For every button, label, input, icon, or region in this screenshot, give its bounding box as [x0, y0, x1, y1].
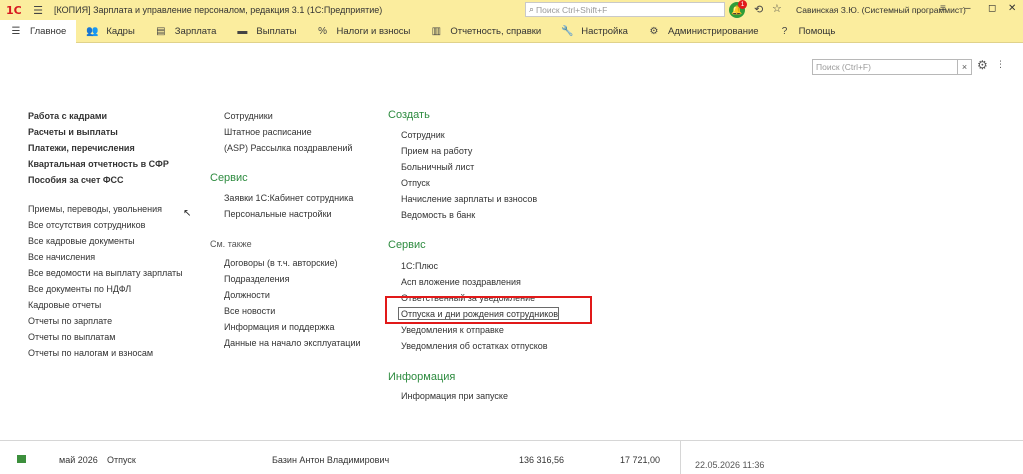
favorites-star-icon[interactable]: ☆ [772, 2, 782, 15]
background-document-list [0, 440, 1023, 474]
sections-panel: ☰ Главное 👥 Кадры ▤ Зарплата ▬ Выплаты % Нало… [0, 20, 1023, 43]
link-tax-reports[interactable]: Отчеты по налогам и взносам [28, 348, 153, 358]
heading-create: Создать [388, 109, 430, 121]
link-positions[interactable]: Должности [224, 290, 270, 300]
people-icon: 👥 [86, 26, 99, 37]
link-vacation-balance-notifications[interactable]: Уведомления об остатках отпусков [401, 341, 548, 351]
settings-menu-icon[interactable]: ≡ [940, 3, 946, 14]
wrench-icon: 🔧 [561, 26, 574, 37]
link-staff-schedule[interactable]: Штатное расписание [224, 127, 312, 137]
wallet-icon: ▬ [237, 26, 248, 37]
link-create-vacation[interactable]: Отпуск [401, 178, 430, 188]
section-salary[interactable]: ▤ Зарплата [145, 20, 227, 43]
section-reporting[interactable]: ▥ Отчетность, справки [420, 20, 551, 43]
section-taxes[interactable]: % Налоги и взносы [307, 20, 421, 43]
menu-lines-icon: ☰ [11, 26, 21, 37]
section-hr[interactable]: 👥 Кадры [76, 20, 144, 43]
app-title: [КОПИЯ] Зарплата и управление персоналом… [54, 5, 383, 15]
link-salary-reports[interactable]: Отчеты по зарплате [28, 316, 112, 326]
link-1c-plus[interactable]: 1С:Плюс [401, 261, 438, 271]
link-create-employee[interactable]: Сотрудник [401, 130, 445, 140]
link-all-news[interactable]: Все новости [224, 306, 275, 316]
row-amount-1[interactable]: 136 316,56 [519, 455, 564, 465]
link-create-hiring[interactable]: Прием на работу [401, 146, 472, 156]
document-icon: ▤ [156, 26, 166, 37]
row-month[interactable]: май 2026 [59, 455, 98, 465]
help-icon: ? [781, 26, 788, 37]
link-hr-reports[interactable]: Кадровые отчеты [28, 300, 101, 310]
link-all-ndfl-docs[interactable]: Все документы по НДФЛ [28, 284, 131, 294]
document-row-icon [17, 455, 26, 463]
clear-search-icon[interactable]: × [958, 59, 972, 75]
panel-settings-gear-icon[interactable]: ⚙ [977, 58, 988, 72]
link-all-accruals[interactable]: Все начисления [28, 252, 95, 262]
link-employee-cabinet-requests[interactable]: Заявки 1С:Кабинет сотрудника [224, 193, 353, 203]
link-calc-payments[interactable]: Расчеты и выплаты [28, 127, 118, 137]
close-icon[interactable]: ✕ [1008, 3, 1016, 14]
global-search-placeholder: Поиск Ctrl+Shift+F [536, 4, 608, 15]
link-all-absences[interactable]: Все отсутствия сотрудников [28, 220, 145, 230]
link-employees[interactable]: Сотрудники [224, 111, 273, 121]
link-hr-work[interactable]: Работа с кадрами [28, 111, 107, 121]
link-personal-settings[interactable]: Персональные настройки [224, 209, 332, 219]
link-all-payroll-statements[interactable]: Все ведомости на выплату зарплаты [28, 268, 183, 278]
section-payments[interactable]: ▬ Выплаты [226, 20, 306, 43]
link-payment-reports[interactable]: Отчеты по выплатам [28, 332, 115, 342]
global-search-input[interactable]: ⌕ Поиск Ctrl+Shift+F [525, 2, 725, 17]
link-create-sick-leave[interactable]: Больничный лист [401, 162, 474, 172]
link-payments-transfers[interactable]: Платежи, перечисления [28, 143, 135, 153]
search-icon: ⌕ [529, 4, 535, 14]
row-employee[interactable]: Базин Антон Владимирович [272, 455, 389, 465]
section-settings[interactable]: 🔧 Настройка [551, 20, 638, 43]
mouse-cursor-icon: ↖ [183, 208, 192, 219]
right-panel-date: 22.05.2026 11:36 [695, 460, 765, 470]
link-greetings-mailing[interactable]: (ASP) Рассылка поздравлений [224, 143, 352, 153]
link-create-payroll[interactable]: Начисление зарплаты и взносов [401, 194, 537, 204]
link-initial-data[interactable]: Данные на начало эксплуатации [224, 338, 361, 348]
link-asp-greeting-attachment[interactable]: Асп вложение поздравления [401, 277, 521, 287]
link-all-hr-docs[interactable]: Все кадровые документы [28, 236, 135, 246]
minimize-icon[interactable]: – [965, 3, 971, 14]
panel-divider [680, 441, 681, 474]
content-search-input[interactable]: Поиск (Ctrl+F) [812, 59, 958, 75]
row-doc-type[interactable]: Отпуск [107, 455, 136, 465]
link-notifications-to-send[interactable]: Уведомления к отправке [401, 325, 504, 335]
link-info-support[interactable]: Информация и поддержка [224, 322, 335, 332]
link-startup-info[interactable]: Информация при запуске [401, 391, 508, 401]
section-administration[interactable]: ⚙ Администрирование [638, 20, 769, 43]
report-icon: ▥ [431, 26, 442, 37]
percent-icon: % [318, 26, 327, 37]
notification-count-badge: 1 [738, 0, 747, 9]
more-options-icon[interactable]: ⋮ [996, 59, 1005, 70]
1c-logo: 1С [6, 3, 22, 17]
restore-icon[interactable]: ◻ [988, 3, 996, 14]
heading-see-also: См. также [210, 239, 252, 249]
link-hiring-transfers[interactable]: Приемы, переводы, увольнения [28, 204, 162, 214]
heading-service-col2: Сервис [210, 172, 248, 184]
section-help[interactable]: ? Помощь [769, 20, 846, 43]
gear-icon: ⚙ [649, 26, 659, 37]
link-quarterly-sfr[interactable]: Квартальная отчетность в СФР [28, 159, 169, 169]
link-fss-benefits[interactable]: Пособия за счет ФСС [28, 175, 124, 185]
heading-information: Информация [388, 371, 456, 383]
row-amount-2[interactable]: 17 721,00 [620, 455, 660, 465]
link-departments[interactable]: Подразделения [224, 274, 289, 284]
section-main[interactable]: ☰ Главное [0, 20, 77, 43]
main-menu-icon[interactable]: ☰ [30, 0, 46, 20]
heading-service-col3: Сервис [388, 239, 426, 251]
red-annotation-box [385, 296, 592, 324]
link-contracts[interactable]: Договоры (в т.ч. авторские) [224, 258, 338, 268]
history-icon[interactable]: ⟲ [754, 3, 763, 16]
link-create-bank-statement[interactable]: Ведомость в банк [401, 210, 475, 220]
